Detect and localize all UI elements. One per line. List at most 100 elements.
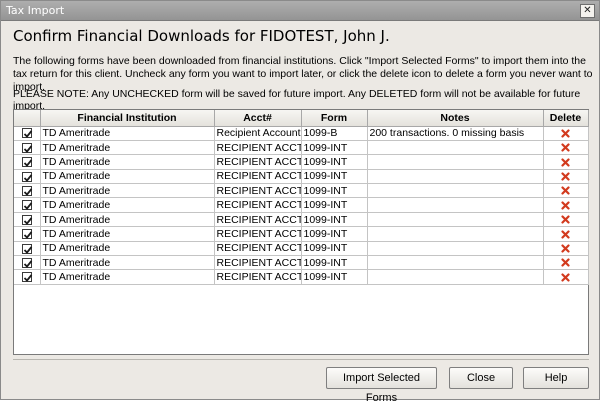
- row-import-checkbox[interactable]: [21, 243, 32, 254]
- cell-form: 1099-INT: [301, 169, 368, 185]
- page-title: Confirm Financial Downloads for FIDOTEST…: [13, 27, 390, 45]
- cell-form: 1099-INT: [301, 140, 368, 156]
- row-import-checkbox[interactable]: [21, 157, 32, 168]
- cell-institution: TD Ameritrade: [40, 126, 215, 141]
- row-select-cell: [14, 169, 41, 185]
- cell-notes: 200 transactions. 0 missing basis: [367, 126, 544, 141]
- row-import-checkbox[interactable]: [21, 142, 32, 153]
- table-row[interactable]: TD AmeritradeRECIPIENT ACCT NU1099-INT: [14, 226, 589, 242]
- table-row[interactable]: TD AmeritradeRECIPIENT ACCT NU1099-INT: [14, 197, 589, 213]
- check-mark-icon: [23, 159, 32, 168]
- column-header-delete[interactable]: Delete: [543, 110, 589, 127]
- tax-import-window: Tax Import ✕ Confirm Financial Downloads…: [0, 0, 600, 404]
- row-delete-cell: [543, 269, 589, 285]
- column-header-select[interactable]: [14, 110, 41, 127]
- cell-acct: RECIPIENT ACCT NU: [214, 183, 302, 199]
- cell-institution: TD Ameritrade: [40, 269, 215, 285]
- import-selected-forms-button[interactable]: Import Selected Forms: [326, 367, 437, 404]
- row-import-checkbox[interactable]: [21, 272, 32, 283]
- cell-institution: TD Ameritrade: [40, 241, 215, 257]
- cell-institution: TD Ameritrade: [40, 197, 215, 213]
- forms-table-body: TD Ameritrade Recipient Account #1099-B 20…: [14, 126, 589, 285]
- window-close-button[interactable]: ✕: [580, 4, 595, 18]
- delete-icon[interactable]: [561, 230, 570, 239]
- cell-notes: [367, 169, 544, 185]
- cell-form: 1099-B: [301, 126, 368, 141]
- row-import-checkbox[interactable]: [21, 171, 32, 182]
- forms-table: Financial Institution Acct# Form Notes D…: [14, 110, 589, 285]
- cell-form: 1099-INT: [301, 226, 368, 242]
- cell-notes: [367, 241, 544, 257]
- delete-icon[interactable]: [561, 172, 570, 181]
- cell-institution: TD Ameritrade: [40, 154, 215, 170]
- column-header-form[interactable]: Form: [301, 110, 368, 127]
- close-button[interactable]: Close: [449, 367, 513, 389]
- row-import-checkbox[interactable]: [21, 257, 32, 268]
- table-row[interactable]: TD AmeritradeRECIPIENT ACCT NU1099-INT: [14, 255, 589, 271]
- row-import-checkbox[interactable]: [21, 214, 32, 225]
- help-button[interactable]: Help: [523, 367, 589, 389]
- cell-institution: TD Ameritrade: [40, 140, 215, 156]
- cell-institution: TD Ameritrade: [40, 255, 215, 271]
- cell-form: 1099-INT: [301, 154, 368, 170]
- row-select-cell: [14, 241, 41, 257]
- cell-institution: TD Ameritrade: [40, 226, 215, 242]
- cell-acct: RECIPIENT ACCT NU: [214, 241, 302, 257]
- row-select-cell: [14, 269, 41, 285]
- table-row[interactable]: TD AmeritradeRECIPIENT ACCT NU1099-INT: [14, 140, 589, 156]
- cell-acct: RECIPIENT ACCT NU: [214, 255, 302, 271]
- table-row[interactable]: TD AmeritradeRECIPIENT ACCT NU1099-INT: [14, 183, 589, 199]
- footer-divider: [13, 359, 589, 360]
- row-delete-cell: [543, 183, 589, 199]
- cell-form: 1099-INT: [301, 255, 368, 271]
- row-import-checkbox[interactable]: [21, 200, 32, 211]
- table-row[interactable]: TD Ameritrade Recipient Account #1099-B 20…: [14, 126, 589, 141]
- row-import-checkbox[interactable]: [21, 128, 32, 139]
- check-mark-icon: [23, 217, 32, 225]
- delete-icon[interactable]: [561, 273, 570, 282]
- row-delete-cell: [543, 212, 589, 228]
- row-select-cell: [14, 183, 41, 199]
- delete-icon[interactable]: [561, 158, 570, 167]
- forms-grid[interactable]: Financial Institution Acct# Form Notes D…: [13, 109, 589, 355]
- row-delete-cell: [543, 169, 589, 185]
- table-row[interactable]: TD AmeritradeRECIPIENT ACCT NU1099-INT: [14, 212, 589, 228]
- delete-icon[interactable]: [561, 186, 570, 196]
- check-mark-icon: [23, 202, 32, 211]
- table-row[interactable]: TD AmeritradeRECIPIENT ACCT NU1099-INT: [14, 154, 589, 170]
- delete-icon[interactable]: [561, 244, 570, 253]
- cell-notes: [367, 226, 544, 242]
- column-header-acct[interactable]: Acct#: [214, 110, 302, 127]
- table-row[interactable]: TD AmeritradeRECIPIENT ACCT NU1099-INT: [14, 241, 589, 257]
- cell-notes: [367, 197, 544, 213]
- delete-icon[interactable]: [561, 201, 570, 210]
- delete-icon[interactable]: [561, 258, 570, 268]
- column-header-institution[interactable]: Financial Institution: [40, 110, 215, 127]
- delete-icon[interactable]: [561, 215, 570, 224]
- row-select-cell: [14, 126, 41, 141]
- row-select-cell: [14, 226, 41, 242]
- row-select-cell: [14, 154, 41, 170]
- row-delete-cell: [543, 197, 589, 213]
- cell-acct: RECIPIENT ACCT NU: [214, 169, 302, 185]
- row-delete-cell: [543, 226, 589, 242]
- title-bar[interactable]: Tax Import ✕: [1, 1, 599, 21]
- check-mark-icon: [23, 145, 32, 153]
- column-header-notes[interactable]: Notes: [367, 110, 544, 127]
- table-row[interactable]: TD AmeritradeRECIPIENT ACCT NU1099-INT: [14, 169, 589, 185]
- row-delete-cell: [543, 255, 589, 271]
- delete-icon[interactable]: [561, 143, 570, 152]
- row-import-checkbox[interactable]: [21, 229, 32, 240]
- cell-acct: RECIPIENT ACCT NU: [214, 226, 302, 242]
- row-delete-cell: [543, 126, 589, 141]
- delete-icon[interactable]: [561, 129, 570, 138]
- cell-institution: TD Ameritrade: [40, 183, 215, 199]
- table-row[interactable]: TD AmeritradeRECIPIENT ACCT NU1099-INT: [14, 269, 589, 285]
- row-select-cell: [14, 212, 41, 228]
- check-mark-icon: [23, 231, 32, 239]
- cell-acct: RECIPIENT ACCT NU: [214, 197, 302, 213]
- row-import-checkbox[interactable]: [21, 185, 32, 196]
- cell-institution: TD Ameritrade: [40, 169, 215, 185]
- check-mark-icon: [23, 260, 32, 268]
- check-mark-icon: [23, 174, 32, 182]
